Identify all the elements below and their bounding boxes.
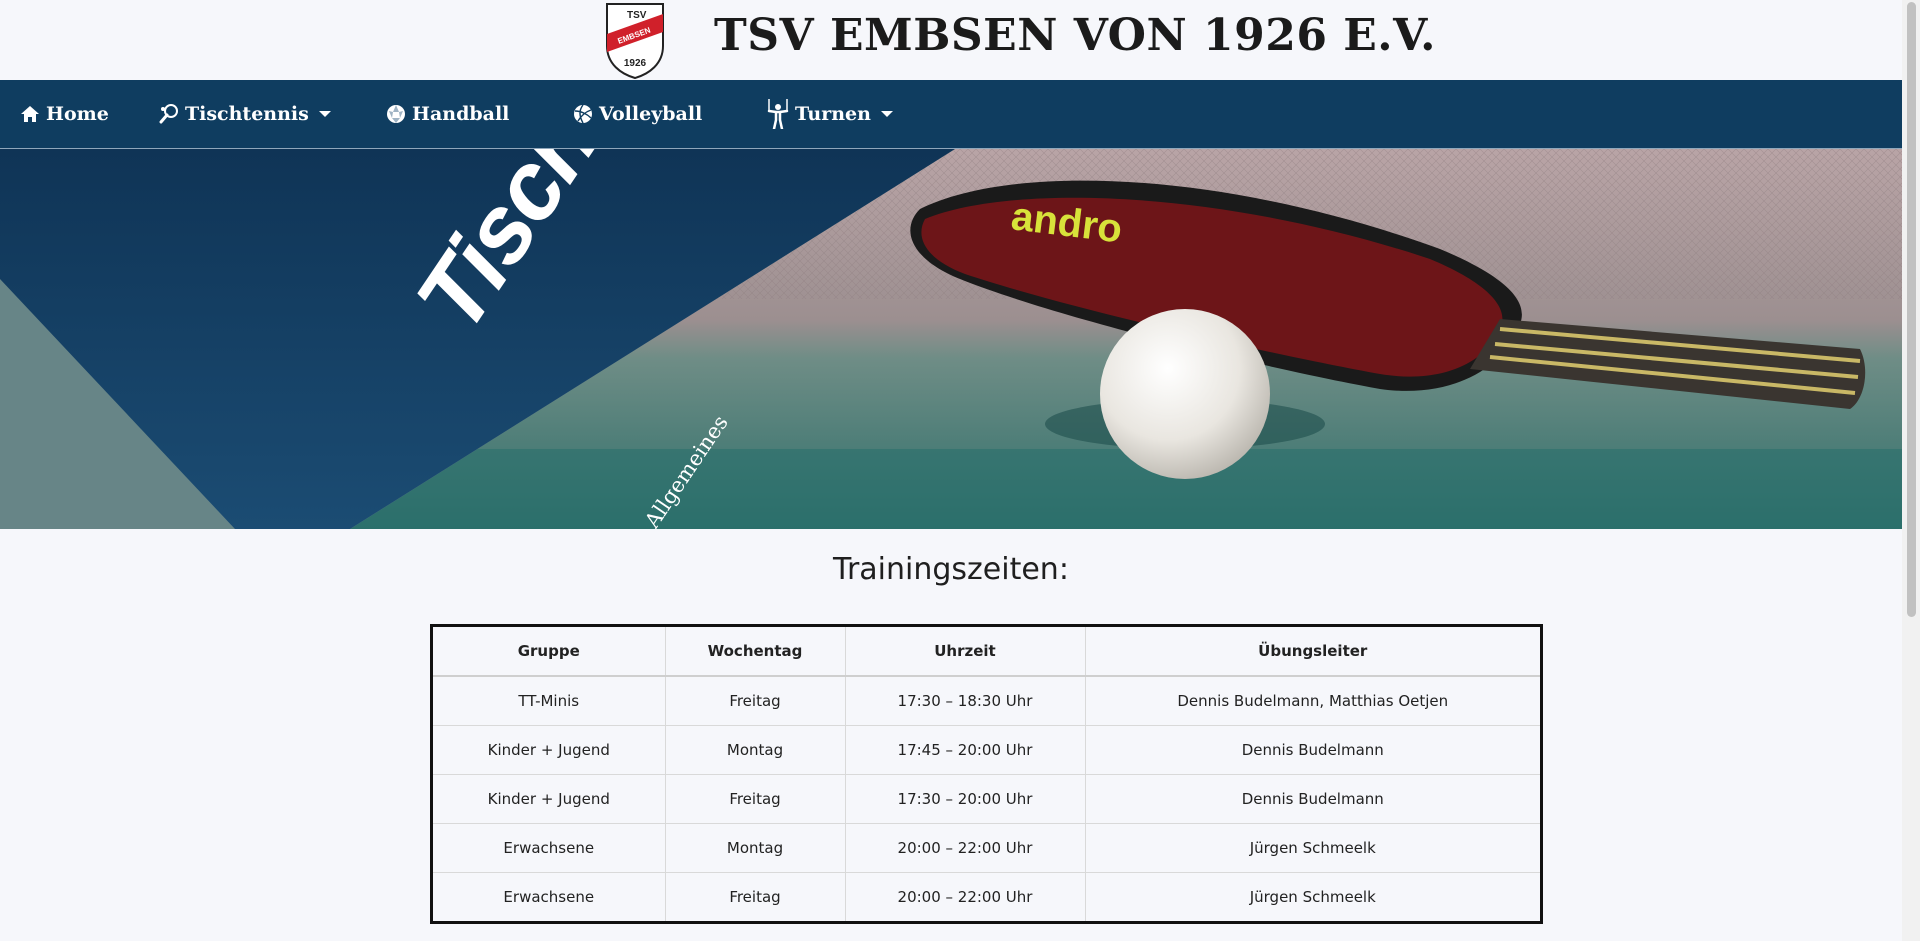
nav-item-home[interactable]: Home <box>20 80 109 148</box>
column-header-gruppe: Gruppe <box>433 627 666 677</box>
cell-wochentag: Freitag <box>665 774 846 824</box>
volleyball-icon <box>574 104 592 124</box>
cell-wochentag: Freitag <box>665 872 846 921</box>
nav-item-turnen[interactable]: Turnen <box>767 80 893 148</box>
cell-wochentag: Freitag <box>665 676 846 726</box>
nav-item-label: Turnen <box>795 103 871 125</box>
cell-uhrzeit: 20:00 – 22:00 Uhr <box>845 872 1086 921</box>
gymnast-icon <box>767 99 789 129</box>
table-row: Kinder + Jugend Montag 17:45 – 20:00 Uhr… <box>433 725 1540 775</box>
vertical-scrollbar[interactable] <box>1902 0 1920 941</box>
table-row: Erwachsene Montag 20:00 – 22:00 Uhr Jürg… <box>433 823 1540 873</box>
logo-text-top: TSV <box>627 10 647 21</box>
cell-gruppe: Kinder + Jugend <box>433 774 666 824</box>
logo-text-bottom: 1926 <box>624 58 647 69</box>
nav-item-label: Volleyball <box>599 103 703 125</box>
cell-uhrzeit: 17:30 – 18:30 Uhr <box>845 676 1086 726</box>
nav-item-tischtennis[interactable]: Tischtennis <box>159 80 331 148</box>
handball-icon <box>387 105 405 123</box>
training-table: Gruppe Wochentag Uhrzeit Übungsleiter TT… <box>430 624 1543 924</box>
table-row: Erwachsene Freitag 20:00 – 22:00 Uhr Jür… <box>433 872 1540 921</box>
cell-uebungsleiter: Dennis Budelmann <box>1085 774 1540 824</box>
nav-item-label: Tischtennis <box>185 103 309 125</box>
main-nav: Home Tischtennis Handball Volleyball Tur… <box>0 80 1902 149</box>
nav-item-label: Home <box>46 103 109 125</box>
cell-uebungsleiter: Dennis Budelmann, Matthias Oetjen <box>1085 676 1540 726</box>
cell-uebungsleiter: Jürgen Schmeelk <box>1085 823 1540 873</box>
cell-gruppe: Kinder + Jugend <box>433 725 666 775</box>
chevron-down-icon <box>880 111 893 117</box>
cell-wochentag: Montag <box>665 823 846 873</box>
banner-image: andro <box>0 149 1902 529</box>
cell-uebungsleiter: Dennis Budelmann <box>1085 725 1540 775</box>
hero-banner: andro Tischtennis Allgemeines <box>0 149 1902 529</box>
cell-gruppe: TT-Minis <box>433 676 666 726</box>
page: TSV EMBSEN 1926 TSV EMBSEN VON 1926 E.V.… <box>0 0 1902 941</box>
column-header-wochentag: Wochentag <box>665 627 846 677</box>
cell-uhrzeit: 17:30 – 20:00 Uhr <box>845 774 1086 824</box>
table-row: Kinder + Jugend Freitag 17:30 – 20:00 Uh… <box>433 774 1540 824</box>
cell-uhrzeit: 17:45 – 20:00 Uhr <box>845 725 1086 775</box>
column-header-uebungsleiter: Übungsleiter <box>1085 627 1540 677</box>
table-row: TT-Minis Freitag 17:30 – 18:30 Uhr Denni… <box>433 676 1540 726</box>
scrollbar-thumb[interactable] <box>1907 2 1916 617</box>
cell-gruppe: Erwachsene <box>433 872 666 921</box>
home-icon <box>21 106 39 122</box>
cell-wochentag: Montag <box>665 725 846 775</box>
table-tennis-paddle-icon <box>159 104 178 124</box>
chevron-down-icon <box>318 111 331 117</box>
cell-uebungsleiter: Jürgen Schmeelk <box>1249 888 1376 906</box>
column-header-uhrzeit: Uhrzeit <box>845 627 1086 677</box>
table-header-row: Gruppe Wochentag Uhrzeit Übungsleiter <box>433 627 1540 677</box>
cell-uhrzeit: 20:00 – 22:00 Uhr <box>845 823 1086 873</box>
nav-item-volleyball[interactable]: Volleyball <box>573 80 702 148</box>
site-title[interactable]: TSV EMBSEN VON 1926 E.V. <box>714 10 1436 61</box>
nav-item-handball[interactable]: Handball <box>386 80 509 148</box>
section-title: Trainingszeiten: <box>833 552 1069 587</box>
nav-item-label: Handball <box>412 103 510 125</box>
site-header: TSV EMBSEN 1926 TSV EMBSEN VON 1926 E.V. <box>0 0 1902 79</box>
cell-gruppe: Erwachsene <box>433 823 666 873</box>
club-logo[interactable]: TSV EMBSEN 1926 <box>601 0 669 79</box>
